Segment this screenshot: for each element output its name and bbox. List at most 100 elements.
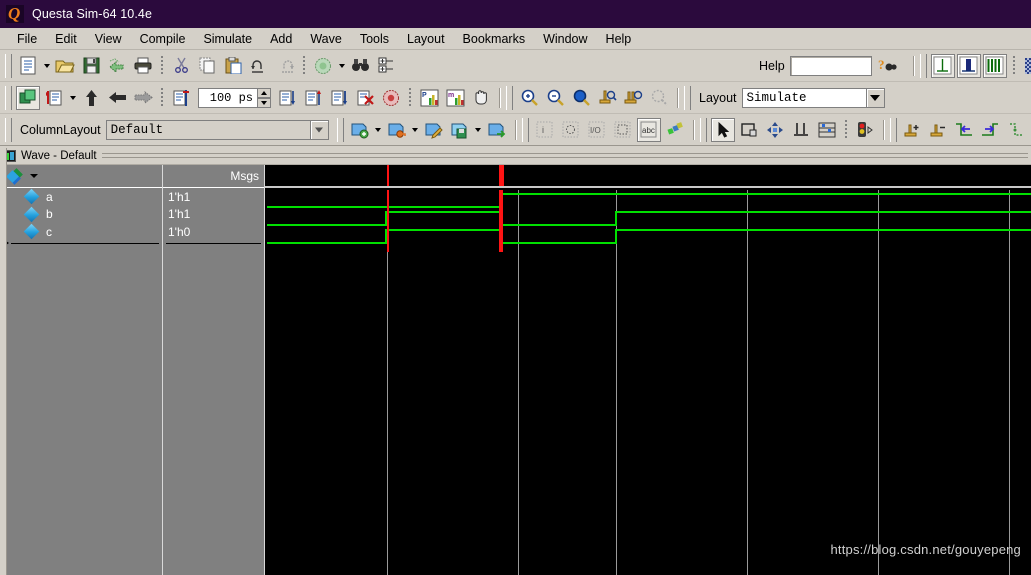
find-icon[interactable] (348, 54, 372, 78)
continue-run-icon[interactable] (131, 86, 155, 110)
zoom-full-icon[interactable] (569, 86, 593, 110)
edit-wave-icon[interactable] (422, 118, 446, 142)
add-wave-key-dropdown-icon[interactable] (410, 118, 421, 142)
layout-select-value[interactable]: Simulate (741, 87, 867, 108)
stop-icon[interactable] (379, 86, 403, 110)
wave-single-icon[interactable] (930, 53, 955, 78)
zoom-select-icon[interactable] (647, 86, 671, 110)
toolbar-grip[interactable] (889, 117, 897, 142)
step-up-icon[interactable] (79, 86, 103, 110)
toolbar-grip[interactable] (506, 85, 513, 110)
waveform-timeline-ruler[interactable] (265, 165, 1031, 188)
radix-ascii-icon[interactable]: abc (636, 117, 661, 142)
run-length-decrement[interactable] (258, 97, 271, 108)
column-layout-select[interactable]: Default (105, 119, 329, 140)
signal-row-b[interactable]: b (0, 206, 162, 224)
menu-item-simulate[interactable]: Simulate (194, 30, 261, 48)
toolbar-grip[interactable] (5, 117, 12, 142)
help-search-input[interactable] (789, 55, 872, 76)
object-filter-icon[interactable] (6, 167, 23, 185)
run-icon[interactable] (42, 86, 66, 110)
save-icon[interactable] (79, 54, 103, 78)
signal-name-column-header[interactable] (0, 165, 162, 188)
radix-circle-icon[interactable] (559, 118, 583, 142)
next-transition-icon[interactable] (979, 118, 1003, 142)
insert-cursor-icon[interactable] (901, 118, 925, 142)
layout-select[interactable]: Simulate (741, 87, 885, 108)
new-file-dropdown-icon[interactable] (41, 54, 52, 78)
pointer-tool-icon[interactable] (710, 117, 735, 142)
radix-decimal-icon[interactable]: i (533, 118, 557, 142)
layout-select-chevron-down-icon[interactable] (866, 87, 885, 108)
save-wave-dropdown-icon[interactable] (473, 118, 484, 142)
reload-icon[interactable] (105, 54, 129, 78)
cursor-2[interactable] (499, 190, 503, 252)
zoom-out-icon[interactable] (543, 86, 567, 110)
signal-row-c[interactable]: c (0, 223, 162, 241)
run-all-icon[interactable] (169, 86, 193, 110)
compile-icon[interactable] (311, 54, 335, 78)
restart-icon[interactable] (16, 85, 40, 110)
run-length-increment[interactable] (258, 87, 271, 98)
toolbar-grip[interactable] (919, 53, 927, 78)
hand-pan-icon[interactable] (469, 86, 493, 110)
delete-cursor-icon[interactable] (927, 118, 951, 142)
radix-color-icon[interactable] (663, 118, 687, 142)
signal-row-a[interactable]: a (0, 188, 162, 206)
toolbar-grip[interactable] (336, 117, 344, 142)
menu-item-wave[interactable]: Wave (301, 30, 351, 48)
break-icon[interactable] (353, 86, 377, 110)
waveform-grid[interactable] (265, 190, 1031, 575)
save-wave-icon[interactable] (448, 118, 472, 142)
wave-multi-icon[interactable] (982, 53, 1007, 78)
new-file-icon[interactable] (16, 54, 40, 78)
toolbar-grip[interactable] (5, 85, 12, 110)
menu-item-add[interactable]: Add (261, 30, 301, 48)
menu-item-file[interactable]: File (8, 30, 46, 48)
toolbar-grip[interactable] (684, 85, 691, 110)
menu-item-view[interactable]: View (86, 30, 131, 48)
expand-collapse-icon[interactable] (374, 54, 398, 78)
menu-item-edit[interactable]: Edit (46, 30, 86, 48)
grid-tool-icon[interactable] (815, 118, 839, 142)
memory-icon[interactable]: m (443, 86, 467, 110)
add-wave-icon[interactable] (348, 118, 372, 142)
step-into-icon[interactable] (275, 86, 299, 110)
toolbar-grip[interactable] (699, 117, 707, 142)
redo-icon[interactable] (273, 54, 297, 78)
cursor-1[interactable] (387, 190, 389, 252)
add-wave-dropdown-icon[interactable] (373, 118, 384, 142)
menu-item-tools[interactable]: Tools (351, 30, 398, 48)
object-filter-chevron-down-icon[interactable] (30, 174, 38, 178)
wave-filled-icon[interactable] (956, 53, 981, 78)
wave-panel-header[interactable]: Wave - Default (0, 148, 1031, 165)
step-over-icon[interactable] (301, 86, 325, 110)
print-icon[interactable] (131, 54, 155, 78)
run-length-stepper[interactable]: 100 ps (198, 87, 271, 108)
toolbar-grip[interactable] (5, 53, 12, 78)
copy-icon[interactable] (195, 54, 219, 78)
menu-item-compile[interactable]: Compile (131, 30, 195, 48)
move-tool-icon[interactable] (763, 118, 787, 142)
column-layout-chevron-down-icon[interactable] (310, 119, 329, 140)
dataflow-icon[interactable]: P (417, 86, 441, 110)
add-wave-key-icon[interactable] (385, 118, 409, 142)
run-dropdown-icon[interactable] (67, 86, 78, 110)
cursor-tool-icon[interactable] (789, 118, 813, 142)
cursor-1-ruler-marker[interactable] (387, 165, 389, 186)
menu-item-bookmarks[interactable]: Bookmarks (454, 30, 535, 48)
column-layout-value[interactable]: Default (105, 119, 311, 140)
zoom-in-icon[interactable] (517, 86, 541, 110)
zoom-cursor-icon[interactable] (595, 86, 619, 110)
run-length-value[interactable]: 100 ps (198, 87, 258, 108)
paste-icon[interactable] (221, 54, 245, 78)
prev-transition-icon[interactable] (953, 118, 977, 142)
traffic-light-icon[interactable] (853, 118, 877, 142)
zoom-range-icon[interactable] (621, 86, 645, 110)
cursor-2-ruler-marker[interactable] (499, 165, 504, 186)
find-prev-falling-icon[interactable] (1005, 118, 1029, 142)
undo-icon[interactable] (247, 54, 271, 78)
step-back-icon[interactable] (105, 86, 129, 110)
waveform-canvas[interactable]: https://blog.csdn.net/gouyepeng (265, 165, 1031, 575)
zoom-box-tool-icon[interactable] (737, 118, 761, 142)
